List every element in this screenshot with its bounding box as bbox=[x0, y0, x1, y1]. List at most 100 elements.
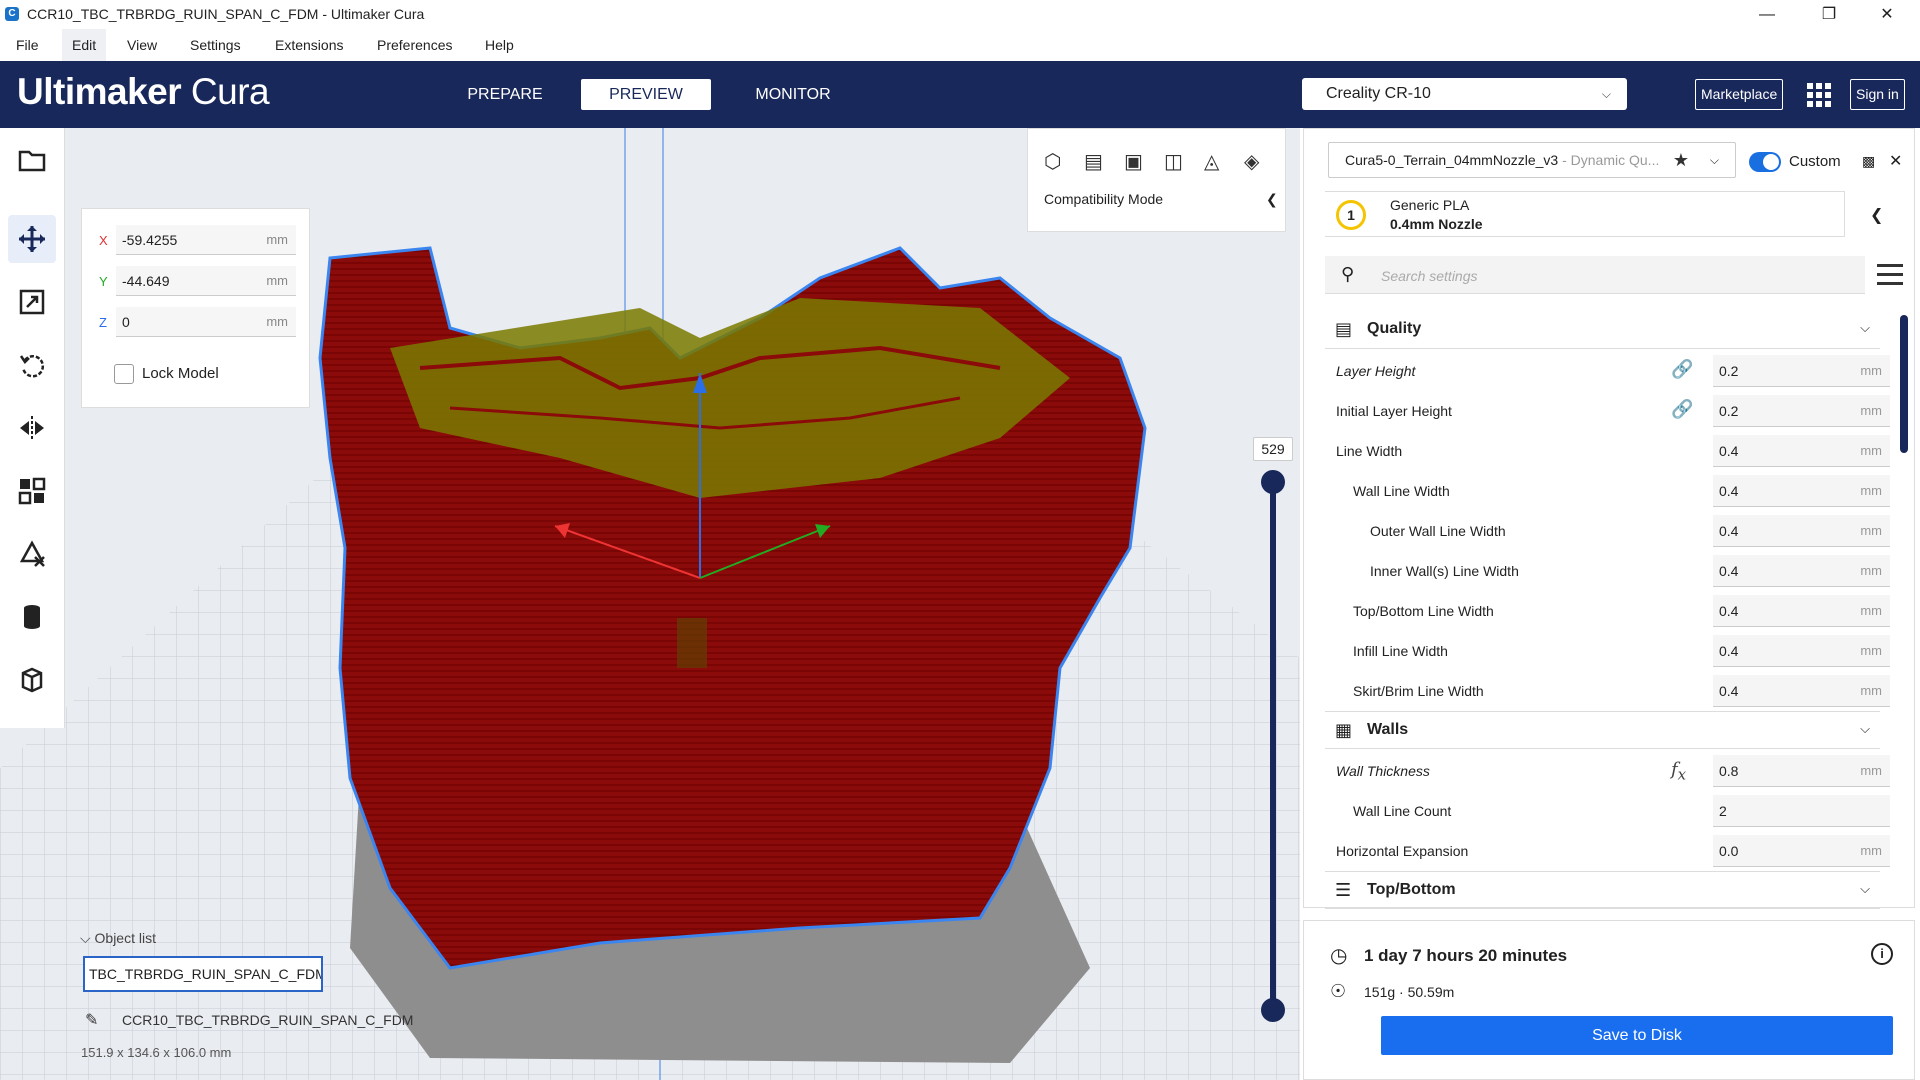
apps-grid-icon[interactable] bbox=[1807, 83, 1831, 107]
outer-wall-line-width-input[interactable]: 0.4 mm bbox=[1713, 515, 1890, 547]
object-list-toggle[interactable]: ⌵ Object list bbox=[80, 930, 156, 947]
top-bottom-line-width-input[interactable]: 0.4 mm bbox=[1713, 595, 1890, 627]
per-model-settings-icon[interactable] bbox=[8, 467, 56, 515]
link-icon[interactable]: 🔗 bbox=[1671, 359, 1693, 380]
save-to-disk-button[interactable]: Save to Disk bbox=[1381, 1016, 1893, 1055]
menu-extensions[interactable]: Extensions bbox=[265, 29, 353, 61]
star-icon[interactable]: ★ bbox=[1673, 143, 1689, 177]
profile-selector[interactable]: Cura5-0_Terrain_04mmNozzle_v3 - Dynamic … bbox=[1328, 142, 1736, 178]
search-input[interactable]: Search settings bbox=[1381, 268, 1478, 284]
spool-icon: ☉ bbox=[1330, 981, 1347, 1001]
mirror-tool-icon[interactable] bbox=[8, 404, 56, 452]
search-settings-field[interactable]: ⚲ Search settings bbox=[1325, 256, 1865, 294]
scale-tool-icon[interactable] bbox=[8, 278, 56, 326]
layer-height-input[interactable]: 0.2 mm bbox=[1713, 355, 1890, 387]
open-file-icon[interactable] bbox=[8, 136, 56, 184]
model-dimensions: 151.9 x 134.6 x 106.0 mm bbox=[81, 1045, 232, 1060]
job-name[interactable]: CCR10_TBC_TRBRDG_RUIN_SPAN_C_FDM bbox=[122, 1012, 413, 1028]
cube-icon[interactable] bbox=[8, 656, 56, 704]
save-profile-icon[interactable]: ▩ bbox=[1862, 153, 1875, 170]
setting-wall-thickness: Wall Thickness fx 0.8 mm bbox=[1325, 751, 1890, 791]
close-icon[interactable]: ✕ bbox=[1889, 151, 1902, 171]
infill-line-width-input[interactable]: 0.4 mm bbox=[1713, 635, 1890, 667]
window-title: CCR10_TBC_TRBRDG_RUIN_SPAN_C_FDM - Ultim… bbox=[27, 6, 425, 22]
settings-scrollbar[interactable] bbox=[1900, 315, 1908, 453]
setting-wall-line-width: Wall Line Width 0.4 mm bbox=[1325, 471, 1890, 511]
link-icon[interactable]: 🔗 bbox=[1671, 399, 1693, 420]
tab-monitor[interactable]: MONITOR bbox=[728, 79, 858, 110]
z-position-input[interactable]: 0 mm bbox=[116, 307, 296, 337]
print-time: 1 day 7 hours 20 minutes bbox=[1364, 946, 1568, 965]
wall-thickness-input[interactable]: 0.8 mm bbox=[1713, 755, 1890, 787]
compatibility-mode[interactable]: Compatibility Mode ❮ bbox=[1044, 191, 1278, 207]
minimize-button[interactable]: — bbox=[1738, 0, 1796, 29]
info-icon[interactable]: i bbox=[1871, 943, 1893, 965]
menu-edit[interactable]: Edit bbox=[62, 29, 107, 61]
layer-slider-top-handle[interactable] bbox=[1261, 470, 1285, 494]
pencil-icon[interactable]: ✎ bbox=[85, 1010, 98, 1030]
object-list-item[interactable]: TBC_TRBRDG_RUIN_SPAN_C_FDM.stl bbox=[83, 956, 323, 992]
top-view-icon[interactable]: ▣ bbox=[1124, 149, 1164, 174]
custom-mode-toggle[interactable] bbox=[1749, 152, 1781, 172]
x-axis-label: X bbox=[99, 233, 108, 248]
menu-settings[interactable]: Settings bbox=[180, 29, 251, 61]
setting-infill-line-width: Infill Line Width 0.4 mm bbox=[1325, 631, 1890, 671]
setting-inner-wall-line-width: Inner Wall(s) Line Width 0.4 mm bbox=[1325, 551, 1890, 591]
print-estimate-panel: ◷ 1 day 7 hours 20 minutes i ☉ 151g · 50… bbox=[1303, 920, 1915, 1080]
maximize-button[interactable]: ❐ bbox=[1800, 0, 1858, 29]
wall-line-count-input[interactable]: 2 bbox=[1713, 795, 1890, 827]
category-quality[interactable]: ▤ Quality ⌵ bbox=[1325, 311, 1880, 349]
chevron-left-icon[interactable]: ❮ bbox=[1870, 205, 1883, 225]
horizontal-expansion-input[interactable]: 0.0 mm bbox=[1713, 835, 1890, 867]
close-button[interactable]: ✕ bbox=[1858, 0, 1916, 29]
tab-prepare[interactable]: PREPARE bbox=[440, 79, 570, 110]
layer-number-input[interactable]: 529 bbox=[1253, 437, 1293, 461]
category-top-bottom[interactable]: ☰ Top/Bottom ⌵ bbox=[1325, 871, 1880, 909]
nozzle-size: 0.4mm Nozzle bbox=[1390, 216, 1483, 232]
menu-help[interactable]: Help bbox=[475, 29, 524, 61]
app-logo: Ultimaker Cura bbox=[17, 71, 270, 112]
initial-layer-height-input[interactable]: 0.2 mm bbox=[1713, 395, 1890, 427]
walls-icon: ▦ bbox=[1335, 720, 1353, 740]
chevron-down-icon: ⌵ bbox=[1601, 87, 1611, 101]
setting-skirt-brim-line-width: Skirt/Brim Line Width 0.4 mm bbox=[1325, 671, 1890, 711]
print-settings-panel: Cura5-0_Terrain_04mmNozzle_v3 - Dynamic … bbox=[1303, 128, 1915, 909]
left-view-icon[interactable]: ◫ bbox=[1164, 149, 1204, 174]
function-icon[interactable]: fx bbox=[1671, 759, 1686, 784]
skirt-brim-line-width-input[interactable]: 0.4 mm bbox=[1713, 675, 1890, 707]
tab-preview[interactable]: PREVIEW bbox=[581, 79, 711, 110]
front-view-icon[interactable]: ▤ bbox=[1084, 149, 1124, 174]
menu-file[interactable]: File bbox=[6, 29, 49, 61]
3d-view-icon[interactable]: ⬡ bbox=[1044, 149, 1084, 174]
chevron-down-icon: ⌵ bbox=[1860, 320, 1870, 335]
y-position-input[interactable]: -44.649 mm bbox=[116, 266, 296, 296]
move-tool-icon[interactable] bbox=[8, 215, 56, 263]
menu-view[interactable]: View bbox=[117, 29, 167, 61]
chevron-left-icon[interactable]: ❮ bbox=[1266, 191, 1278, 208]
cylinder-icon[interactable] bbox=[8, 593, 56, 641]
x-position-input[interactable]: -59.4255 mm bbox=[116, 225, 296, 255]
rotate-tool-icon[interactable] bbox=[8, 341, 56, 389]
material-name: Generic PLA bbox=[1390, 197, 1470, 213]
line-width-input[interactable]: 0.4 mm bbox=[1713, 435, 1890, 467]
layer-slider-bottom-handle[interactable] bbox=[1261, 998, 1285, 1022]
category-walls[interactable]: ▦ Walls ⌵ bbox=[1325, 711, 1880, 749]
lock-model-checkbox[interactable]: Lock Model bbox=[114, 364, 219, 384]
printer-selector[interactable]: Creality CR-10 ⌵ bbox=[1302, 78, 1627, 110]
menu-preferences[interactable]: Preferences bbox=[367, 29, 462, 61]
layer-slider-track[interactable] bbox=[1270, 480, 1276, 1012]
material-selector[interactable]: 1 Generic PLA 0.4mm Nozzle bbox=[1325, 191, 1845, 237]
marketplace-button[interactable]: Marketplace bbox=[1695, 79, 1784, 110]
setting-initial-layer-height: Initial Layer Height 🔗 0.2 mm bbox=[1325, 391, 1890, 431]
support-blocker-icon[interactable] bbox=[8, 530, 56, 578]
setting-horizontal-expansion: Horizontal Expansion 0.0 mm bbox=[1325, 831, 1890, 871]
quality-icon: ▤ bbox=[1335, 319, 1353, 339]
layer-view-icon[interactable]: ◈ bbox=[1244, 149, 1284, 174]
sign-in-button[interactable]: Sign in bbox=[1850, 79, 1905, 110]
right-view-icon[interactable]: ◬ bbox=[1204, 149, 1244, 174]
settings-menu-icon[interactable] bbox=[1877, 264, 1903, 286]
wall-line-width-input[interactable]: 0.4 mm bbox=[1713, 475, 1890, 507]
material-estimate: 151g · 50.59m bbox=[1364, 984, 1455, 1000]
inner-wall-line-width-input[interactable]: 0.4 mm bbox=[1713, 555, 1890, 587]
custom-mode-label: Custom bbox=[1789, 153, 1841, 170]
